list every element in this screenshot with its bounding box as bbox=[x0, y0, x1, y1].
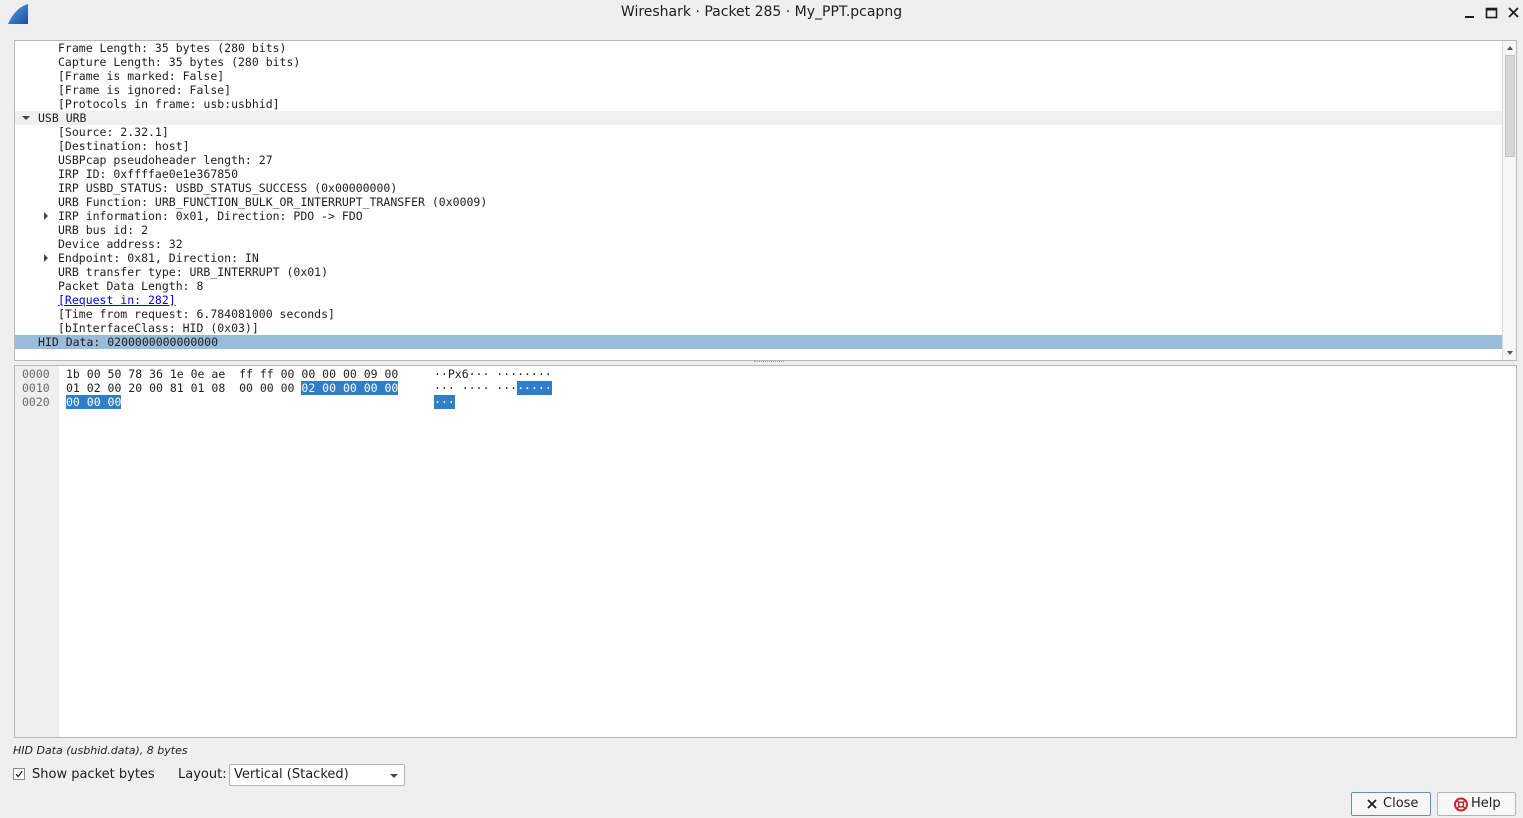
layout-label: Layout: bbox=[178, 767, 227, 782]
packet-bytes-pane[interactable]: 0000 1b 00 50 78 36 1e 0e ae ff ff 00 00 … bbox=[14, 365, 1517, 738]
tree-row-selected[interactable]: HID Data: 0200000000000000 bbox=[15, 335, 1502, 349]
tree-row[interactable]: Device address: 32 bbox=[15, 237, 1502, 251]
hex-bytes-highlighted: 00 00 00 bbox=[66, 395, 122, 409]
window-title: Wireshark · Packet 285 · My_PPT.pcapng bbox=[620, 4, 903, 20]
close-x-icon bbox=[1367, 799, 1377, 809]
tree-row[interactable]: URB Function: URB_FUNCTION_BULK_OR_INTER… bbox=[15, 195, 1502, 209]
tree-row-text: Frame Length: 35 bytes (280 bits) bbox=[58, 41, 287, 55]
tree-row-text: [Frame is marked: False] bbox=[58, 69, 225, 83]
tree-row-text: URB bus id: 2 bbox=[58, 223, 149, 237]
tree-row[interactable]: [Destination: host] bbox=[15, 139, 1502, 153]
tree-row-text: URB transfer type: URB_INTERRUPT (0x01) bbox=[58, 265, 329, 279]
tree-row-text: IRP ID: 0xffffae0e1e367850 bbox=[58, 167, 239, 181]
hex-bytes[interactable]: 01 02 00 20 00 81 01 08 00 00 00 02 00 0… bbox=[66, 381, 399, 395]
scroll-down-arrow-icon[interactable] bbox=[1505, 348, 1515, 358]
tree-row-text: Capture Length: 35 bytes (280 bits) bbox=[58, 55, 301, 69]
checkbox-checked-icon[interactable] bbox=[13, 768, 25, 780]
chevron-down-icon bbox=[390, 774, 398, 778]
tree-row[interactable]: Packet Data Length: 8 bbox=[15, 279, 1502, 293]
hex-bytes[interactable]: 00 00 00 bbox=[66, 395, 122, 409]
tree-row-text: [Time from request: 6.784081000 seconds] bbox=[58, 307, 335, 321]
maximize-icon[interactable] bbox=[1482, 4, 1502, 22]
byte-row[interactable]: 0020 00 00 00 ··· bbox=[15, 395, 1515, 409]
tree-row[interactable]: [Time from request: 6.784081000 seconds] bbox=[15, 307, 1502, 321]
layout-select[interactable]: Vertical (Stacked) bbox=[229, 764, 405, 786]
ascii-bytes-plain: ··· ···· ··· bbox=[434, 381, 518, 395]
ascii-bytes[interactable]: ··· bbox=[434, 395, 455, 409]
layout-select-value: Vertical (Stacked) bbox=[234, 767, 349, 782]
tree-row[interactable]: URB bus id: 2 bbox=[15, 223, 1502, 237]
tree-row[interactable]: Capture Length: 35 bytes (280 bits) bbox=[15, 55, 1502, 69]
tree-row-text: USB URB bbox=[38, 111, 87, 125]
scroll-up-arrow-icon[interactable] bbox=[1505, 43, 1515, 53]
tree-row[interactable]: USBPcap pseudoheader length: 27 bbox=[15, 153, 1502, 167]
close-button[interactable]: Close bbox=[1351, 792, 1431, 816]
tree-rows: Frame Length: 35 bytes (280 bits) Capture… bbox=[15, 41, 1502, 349]
byte-row[interactable]: 0000 1b 00 50 78 36 1e 0e ae ff ff 00 00 … bbox=[15, 367, 1515, 381]
ascii-bytes[interactable]: ··· ···· ········ bbox=[434, 381, 552, 395]
status-text: HID Data (usbhid.data), 8 bytes bbox=[13, 744, 188, 757]
help-button[interactable]: Help bbox=[1437, 792, 1516, 816]
show-packet-bytes-label: Show packet bytes bbox=[32, 767, 155, 782]
byte-offset: 0010 bbox=[22, 381, 50, 395]
hex-bytes-plain: 1b 00 50 78 36 1e 0e ae ff ff 00 00 00 0… bbox=[66, 367, 399, 381]
byte-offset: 0020 bbox=[22, 395, 50, 409]
tree-row[interactable]: URB transfer type: URB_INTERRUPT (0x01) bbox=[15, 265, 1502, 279]
tree-row[interactable]: [Protocols in frame: usb:usbhid] bbox=[15, 97, 1502, 111]
ascii-bytes-highlighted: ··· bbox=[434, 395, 455, 409]
tree-row-text: [Destination: host] bbox=[58, 139, 190, 153]
tree-row[interactable]: [Frame is marked: False] bbox=[15, 69, 1502, 83]
tree-row[interactable]: Endpoint: 0x81, Direction: IN bbox=[15, 251, 1502, 265]
ascii-bytes[interactable]: ··Px6··· ········ bbox=[434, 367, 552, 381]
tree-row[interactable]: [Frame is ignored: False] bbox=[15, 83, 1502, 97]
tree-row-text: [Source: 2.32.1] bbox=[58, 125, 169, 139]
tree-row-text: IRP USBD_STATUS: USBD_STATUS_SUCCESS (0x… bbox=[58, 181, 398, 195]
hex-bytes-plain: 01 02 00 20 00 81 01 08 00 00 00 bbox=[66, 381, 302, 395]
tree-row[interactable]: IRP USBD_STATUS: USBD_STATUS_SUCCESS (0x… bbox=[15, 181, 1502, 195]
collapsed-arrow-icon[interactable] bbox=[40, 209, 52, 223]
scrollbar-thumb[interactable] bbox=[1505, 55, 1515, 157]
tree-row-text: URB Function: URB_FUNCTION_BULK_OR_INTER… bbox=[58, 195, 488, 209]
hex-bytes-highlighted: 02 00 00 00 00 bbox=[301, 381, 399, 395]
tree-row-text: Packet Data Length: 8 bbox=[58, 279, 204, 293]
help-lifebuoy-icon bbox=[1454, 797, 1468, 812]
tree-row-text: [bInterfaceClass: HID (0x03)] bbox=[58, 321, 259, 335]
offset-column bbox=[15, 366, 59, 737]
tree-row[interactable]: USB URB bbox=[15, 111, 1502, 125]
ascii-bytes-highlighted: ····· bbox=[517, 381, 552, 395]
tree-row[interactable]: IRP ID: 0xffffae0e1e367850 bbox=[15, 167, 1502, 181]
tree-row-link[interactable]: [Request in: 282] bbox=[58, 293, 176, 307]
tree-row[interactable]: [Source: 2.32.1] bbox=[15, 125, 1502, 139]
tree-row-text: [Protocols in frame: usb:usbhid] bbox=[58, 97, 280, 111]
tree-row-text: Endpoint: 0x81, Direction: IN bbox=[58, 251, 259, 265]
tree-row-text: IRP information: 0x01, Direction: PDO ->… bbox=[58, 209, 363, 223]
packet-details-tree[interactable]: Frame Length: 35 bytes (280 bits) Capture… bbox=[14, 40, 1517, 361]
tree-row-text: USBPcap pseudoheader length: 27 bbox=[58, 153, 273, 167]
minimize-icon[interactable] bbox=[1460, 4, 1480, 22]
byte-offset: 0000 bbox=[22, 367, 50, 381]
tree-row-text: HID Data: 0200000000000000 bbox=[38, 335, 219, 349]
tree-row-text: Device address: 32 bbox=[58, 237, 183, 251]
tree-row[interactable]: IRP information: 0x01, Direction: PDO ->… bbox=[15, 209, 1502, 223]
tree-row[interactable]: [bInterfaceClass: HID (0x03)] bbox=[15, 321, 1502, 335]
help-button-label: Help bbox=[1471, 796, 1501, 811]
title-bar: Wireshark · Packet 285 · My_PPT.pcapng bbox=[0, 0, 1523, 28]
tree-row[interactable]: Frame Length: 35 bytes (280 bits) bbox=[15, 41, 1502, 55]
tree-row[interactable]: [Request in: 282] bbox=[15, 293, 1502, 307]
hex-bytes[interactable]: 1b 00 50 78 36 1e 0e ae ff ff 00 00 00 0… bbox=[66, 367, 398, 381]
tree-row-text: [Frame is ignored: False] bbox=[58, 83, 232, 97]
byte-row[interactable]: 0010 01 02 00 20 00 81 01 08 00 00 00 02 … bbox=[15, 381, 1515, 395]
collapsed-arrow-icon[interactable] bbox=[40, 251, 52, 265]
close-button-label: Close bbox=[1383, 796, 1419, 811]
expanded-arrow-icon[interactable] bbox=[20, 111, 32, 125]
tree-vertical-scrollbar[interactable] bbox=[1502, 41, 1516, 360]
ascii-bytes-plain: ··Px6··· ········ bbox=[434, 367, 552, 381]
close-icon[interactable] bbox=[1504, 4, 1523, 22]
